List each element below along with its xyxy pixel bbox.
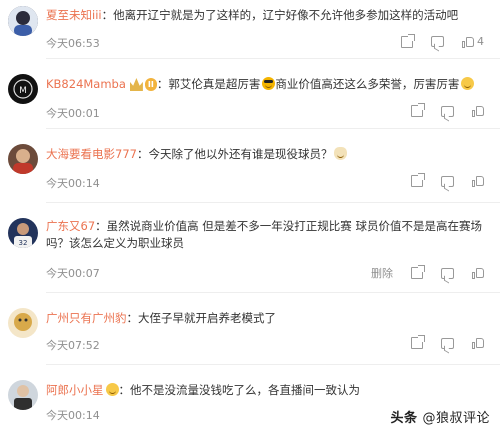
- comment-actions: [411, 335, 484, 349]
- thumbs-up-icon: [472, 175, 484, 187]
- watermark-handle: @狼叔评论: [422, 411, 490, 426]
- avatar[interactable]: [8, 308, 38, 338]
- divider: [46, 58, 500, 59]
- avatar[interactable]: 32: [8, 218, 38, 248]
- username-link[interactable]: 广州只有广州豹: [46, 311, 127, 325]
- thumbs-up-icon: [472, 337, 484, 349]
- crown-icon: [129, 78, 143, 91]
- like-button[interactable]: [472, 267, 484, 279]
- share-button[interactable]: [411, 265, 425, 279]
- share-icon: [401, 33, 415, 48]
- svg-text:M: M: [19, 86, 27, 96]
- share-icon: [411, 335, 425, 349]
- share-icon: [411, 103, 425, 117]
- comment-text-line: 广东又67：虽然说商业价值高 但是差不多一年没打正规比赛 球员价值不是是高在赛场…: [46, 219, 482, 250]
- svg-text:32: 32: [19, 239, 28, 247]
- reply-button[interactable]: [441, 105, 454, 117]
- comment-text-line: 夏至未知iii：他离开辽宁就是为了这样的，辽宁好像不允许他多参加这样的活动吧: [46, 8, 459, 22]
- avatar[interactable]: M: [8, 74, 38, 104]
- thumbs-up-icon: [472, 105, 484, 117]
- smile-emoji-icon: [105, 383, 119, 396]
- comment-text: 他离开辽宁就是为了这样的，辽宁好像不允许他多参加这样的活动吧: [113, 8, 459, 22]
- laugh-emoji-icon: [461, 77, 475, 90]
- comment-text: 大侄子早就开启养老模式了: [138, 311, 276, 325]
- reply-button[interactable]: [431, 36, 444, 47]
- comment-text: 他不是没流量没钱吃了么，各直播间一致认为: [130, 383, 360, 397]
- comment-icon: [441, 337, 454, 349]
- share-button[interactable]: [411, 173, 425, 187]
- comment-icon: [431, 36, 444, 47]
- cat-emoji-icon: [334, 147, 348, 160]
- comment-text-line: 阿郎小小星 ：他不是没流量没钱吃了么，各直播间一致认为: [46, 383, 360, 397]
- like-button[interactable]: [472, 105, 484, 117]
- timestamp: 今天00:14: [46, 409, 100, 422]
- cool-emoji-icon: [262, 77, 276, 90]
- comment-text: 郭艾伦真是超厉害: [168, 77, 261, 91]
- like-count: 4: [477, 35, 484, 48]
- comment-text-line: KB824Mamba II ：郭艾伦真是超厉害 商业价值高还这么多荣誉，厉害厉害: [46, 76, 486, 93]
- delete-button[interactable]: 删除: [371, 265, 393, 281]
- avatar[interactable]: [8, 380, 38, 410]
- level-badge: II: [144, 78, 157, 91]
- comment-icon: [441, 105, 454, 117]
- comment-actions: [411, 173, 484, 187]
- reply-button[interactable]: [441, 175, 454, 187]
- timestamp: 今天00:14: [46, 177, 100, 190]
- reply-button[interactable]: [441, 337, 454, 349]
- divider: [46, 364, 500, 365]
- like-button[interactable]: [472, 337, 484, 349]
- comment-actions: 4: [401, 33, 484, 48]
- user-badges: II: [129, 78, 157, 91]
- timestamp: 今天07:52: [46, 339, 100, 352]
- watermark-brand: 头条: [390, 411, 418, 426]
- comment-icon: [441, 267, 454, 279]
- comment-text-continued: 商业价值高还这么多荣誉，厉害厉害: [275, 77, 460, 91]
- comment-text: 虽然说商业价值高 但是差不多一年没打正规比赛 球员价值不是是高在赛场吗？该怎么定…: [46, 219, 482, 250]
- username-link[interactable]: 广东又67: [46, 219, 95, 233]
- share-button[interactable]: [411, 103, 425, 117]
- comment-icon: [441, 175, 454, 187]
- comment-text-line: 广州只有广州豹：大侄子早就开启养老模式了: [46, 311, 276, 325]
- comment-actions: [411, 103, 484, 117]
- comment-actions: 删除: [371, 265, 484, 281]
- share-icon: [411, 173, 425, 187]
- username-link[interactable]: 大海要看电影777: [46, 147, 137, 161]
- username-link[interactable]: KB824Mamba: [46, 77, 126, 91]
- share-icon: [411, 265, 425, 279]
- divider: [46, 202, 500, 203]
- comment-text: 今天除了他以外还有谁是现役球员？: [148, 147, 333, 161]
- like-button[interactable]: [472, 175, 484, 187]
- comment-text-line: 大海要看电影777：今天除了他以外还有谁是现役球员？: [46, 146, 486, 163]
- divider: [46, 292, 500, 293]
- username-link[interactable]: 夏至未知iii: [46, 8, 102, 22]
- divider: [46, 128, 500, 129]
- like-button[interactable]: 4: [462, 35, 484, 48]
- thumbs-up-icon: [462, 36, 474, 48]
- share-button[interactable]: [401, 33, 415, 48]
- thumbs-up-icon: [472, 267, 484, 279]
- avatar[interactable]: [8, 6, 38, 36]
- avatar[interactable]: [8, 144, 38, 174]
- timestamp: 今天06:53: [46, 37, 100, 50]
- timestamp: 今天00:07: [46, 267, 100, 280]
- reply-button[interactable]: [441, 267, 454, 279]
- share-button[interactable]: [411, 335, 425, 349]
- watermark: 头条 @狼叔评论: [390, 407, 490, 426]
- username-link[interactable]: 阿郎小小星: [46, 383, 104, 397]
- timestamp: 今天00:01: [46, 107, 100, 120]
